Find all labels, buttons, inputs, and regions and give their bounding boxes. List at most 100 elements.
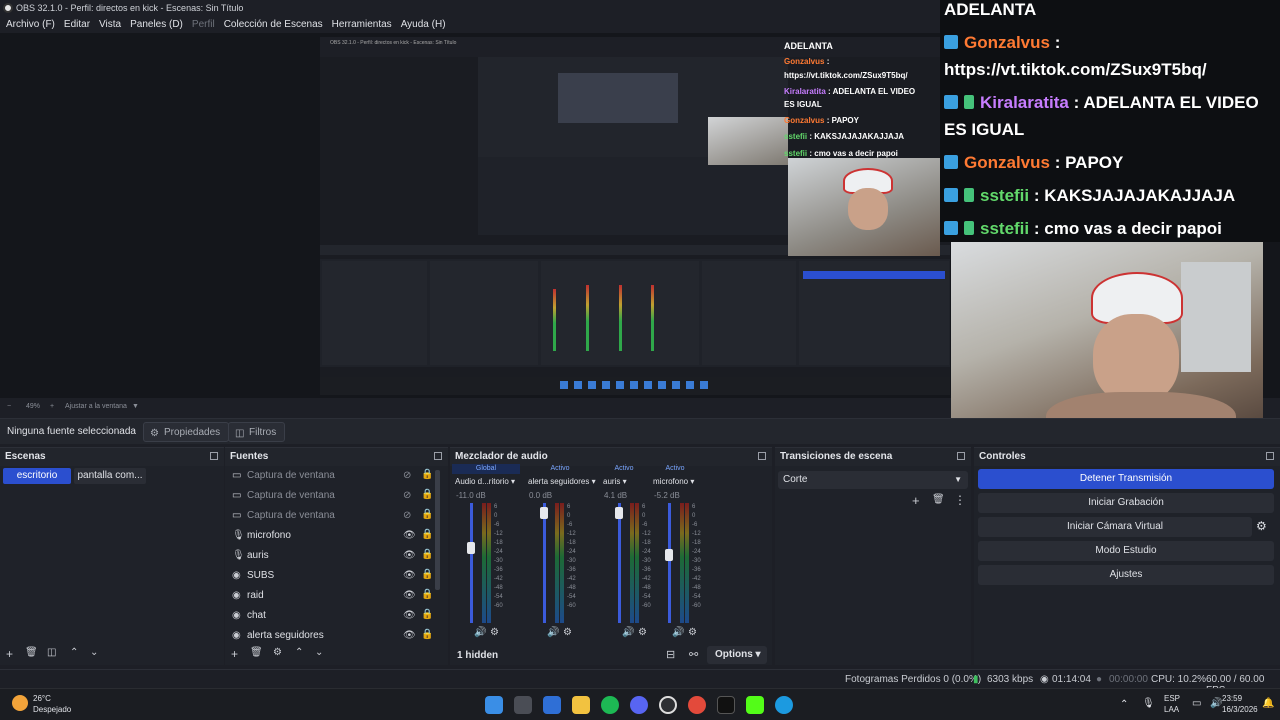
source-row[interactable]: ▭ Captura de ventana ⊘ 🔒 bbox=[229, 486, 443, 506]
mute-icon[interactable]: 🔊 bbox=[672, 627, 684, 638]
mute-icon[interactable]: 🔊 bbox=[474, 627, 486, 638]
gear-icon[interactable]: ⚙ bbox=[1256, 519, 1267, 533]
menu-herramientas[interactable]: Herramientas bbox=[332, 19, 392, 30]
lock-icon[interactable]: 🔒 bbox=[421, 589, 433, 600]
task-view-icon[interactable] bbox=[514, 696, 532, 714]
volume-fader-track[interactable] bbox=[543, 503, 546, 623]
mixer-link-icon[interactable]: ⚯ bbox=[689, 648, 698, 661]
hidden-eye-icon[interactable]: ⊘ bbox=[403, 510, 411, 521]
microphone-tray-icon[interactable]: 🎙 bbox=[1142, 698, 1155, 709]
transition-select[interactable]: Corte ▼ bbox=[778, 471, 968, 489]
menu-vista[interactable]: Vista bbox=[99, 19, 121, 30]
remove-source-icon[interactable]: 🗑 bbox=[250, 647, 263, 658]
volume-fader-track[interactable] bbox=[618, 503, 621, 623]
lock-icon[interactable]: 🔒 bbox=[421, 509, 433, 520]
eye-icon[interactable]: 👁 bbox=[403, 530, 416, 541]
weather-icon[interactable] bbox=[12, 695, 28, 711]
add-scene-icon[interactable]: + bbox=[6, 647, 13, 661]
mixer-layout-icon[interactable]: ⊟ bbox=[666, 648, 675, 661]
edge-icon[interactable] bbox=[775, 696, 793, 714]
channel-name[interactable]: Audio d...ritorio ▾ bbox=[455, 477, 515, 486]
undock-icon[interactable] bbox=[1266, 452, 1274, 460]
properties-button[interactable]: ⚙ Propiedades bbox=[143, 422, 230, 442]
lock-icon[interactable]: 🔒 bbox=[421, 489, 433, 500]
source-row[interactable]: 🎙 microfono 👁 🔒 bbox=[229, 526, 443, 546]
menu-ayuda[interactable]: Ayuda (H) bbox=[401, 19, 446, 30]
volume-fader-track[interactable] bbox=[470, 503, 473, 623]
language-indicator[interactable]: ESP bbox=[1164, 694, 1180, 703]
undock-icon[interactable] bbox=[434, 452, 442, 460]
zoom-dropdown-icon[interactable]: ▼ bbox=[132, 403, 139, 410]
mute-icon[interactable]: 🔊 bbox=[622, 627, 634, 638]
scene-filters-icon[interactable]: ◫ bbox=[47, 647, 56, 658]
tiktok-icon[interactable] bbox=[717, 696, 735, 714]
source-row[interactable]: ▭ Captura de ventana ⊘ 🔒 bbox=[229, 466, 443, 486]
hidden-eye-icon[interactable]: ⊘ bbox=[403, 470, 411, 481]
chevron-up-icon[interactable]: ⌃ bbox=[1120, 699, 1128, 710]
mute-icon[interactable]: 🔊 bbox=[547, 627, 559, 638]
scene-item[interactable]: pantalla com... bbox=[74, 468, 146, 484]
source-row[interactable]: ◉ chat 👁 🔒 bbox=[229, 606, 443, 626]
menu-editar[interactable]: Editar bbox=[64, 19, 90, 30]
kick-icon[interactable] bbox=[746, 696, 764, 714]
chrome-icon[interactable] bbox=[688, 696, 706, 714]
eye-icon[interactable]: 👁 bbox=[403, 630, 416, 641]
file-explorer-icon[interactable] bbox=[572, 696, 590, 714]
filters-button[interactable]: ◫ Filtros bbox=[228, 422, 286, 442]
lock-icon[interactable]: 🔒 bbox=[421, 569, 433, 580]
mixer-options-button[interactable]: Options ▾ bbox=[707, 646, 767, 664]
add-source-icon[interactable]: + bbox=[231, 647, 238, 661]
virtual-camera-button[interactable]: Iniciar Cámara Virtual bbox=[978, 517, 1252, 537]
zoom-out-button[interactable]: − bbox=[7, 403, 11, 410]
lock-icon[interactable]: 🔒 bbox=[421, 629, 433, 640]
source-row[interactable]: 🎙 auris 👁 🔒 bbox=[229, 546, 443, 566]
source-row[interactable]: ▭ Captura de ventana ⊘ 🔒 bbox=[229, 506, 443, 526]
volume-fader-knob[interactable] bbox=[540, 507, 548, 519]
menu-paneles[interactable]: Paneles (D) bbox=[130, 19, 183, 30]
channel-name[interactable]: auris ▾ bbox=[603, 477, 627, 486]
lock-icon[interactable]: 🔒 bbox=[421, 529, 433, 540]
source-row[interactable]: ◉ SUBS 👁 🔒 bbox=[229, 566, 443, 586]
channel-name[interactable]: alerta seguidores ▾ bbox=[528, 477, 596, 486]
lock-icon[interactable]: 🔒 bbox=[421, 609, 433, 620]
move-up-icon[interactable]: ⌃ bbox=[295, 647, 303, 658]
zoom-fit[interactable]: Ajustar a la ventana bbox=[65, 403, 127, 410]
undock-icon[interactable] bbox=[210, 452, 218, 460]
add-transition-icon[interactable]: + bbox=[912, 493, 920, 508]
network-icon[interactable]: ▭ bbox=[1192, 698, 1201, 709]
menu-perfil[interactable]: Perfil bbox=[192, 19, 215, 30]
stop-stream-button[interactable]: Detener Transmisión bbox=[978, 469, 1274, 489]
hidden-eye-icon[interactable]: ⊘ bbox=[403, 490, 411, 501]
eye-icon[interactable]: 👁 bbox=[403, 590, 416, 601]
remove-transition-icon[interactable]: 🗑 bbox=[932, 494, 945, 505]
start-icon[interactable] bbox=[485, 696, 503, 714]
move-down-icon[interactable]: ⌄ bbox=[90, 647, 98, 658]
source-row[interactable]: ◉ alerta seguidores 👁 🔒 bbox=[229, 626, 443, 646]
volume-fader-track[interactable] bbox=[668, 503, 671, 623]
spotify-icon[interactable] bbox=[601, 696, 619, 714]
scene-item[interactable]: escritorio bbox=[3, 468, 71, 484]
move-down-icon[interactable]: ⌄ bbox=[315, 647, 323, 658]
studio-mode-button[interactable]: Modo Estudio bbox=[978, 541, 1274, 561]
eye-icon[interactable]: 👁 bbox=[403, 550, 416, 561]
menu-coleccion-escenas[interactable]: Colección de Escenas bbox=[224, 19, 323, 30]
settings-button[interactable]: Ajustes bbox=[978, 565, 1274, 585]
more-icon[interactable]: ⋮ bbox=[954, 493, 966, 507]
undock-icon[interactable] bbox=[758, 452, 766, 460]
obs-icon[interactable] bbox=[659, 696, 677, 714]
eye-icon[interactable]: 👁 bbox=[403, 610, 416, 621]
channel-settings-icon[interactable]: ⚙ bbox=[563, 627, 572, 638]
source-row[interactable]: ◉ raid 👁 🔒 bbox=[229, 586, 443, 606]
source-properties-icon[interactable]: ⚙ bbox=[273, 647, 282, 658]
move-up-icon[interactable]: ⌃ bbox=[70, 647, 78, 658]
volume-icon[interactable]: 🔊 bbox=[1210, 698, 1222, 709]
notification-icon[interactable]: 🔔 bbox=[1262, 698, 1274, 709]
clock-time[interactable]: 23:59 bbox=[1222, 694, 1242, 703]
channel-name[interactable]: microfono ▾ bbox=[653, 477, 694, 486]
channel-settings-icon[interactable]: ⚙ bbox=[490, 627, 499, 638]
discord-icon[interactable] bbox=[630, 696, 648, 714]
channel-settings-icon[interactable]: ⚙ bbox=[688, 627, 697, 638]
volume-fader-knob[interactable] bbox=[615, 507, 623, 519]
menu-archivo[interactable]: Archivo (F) bbox=[6, 19, 55, 30]
volume-fader-knob[interactable] bbox=[665, 548, 673, 561]
